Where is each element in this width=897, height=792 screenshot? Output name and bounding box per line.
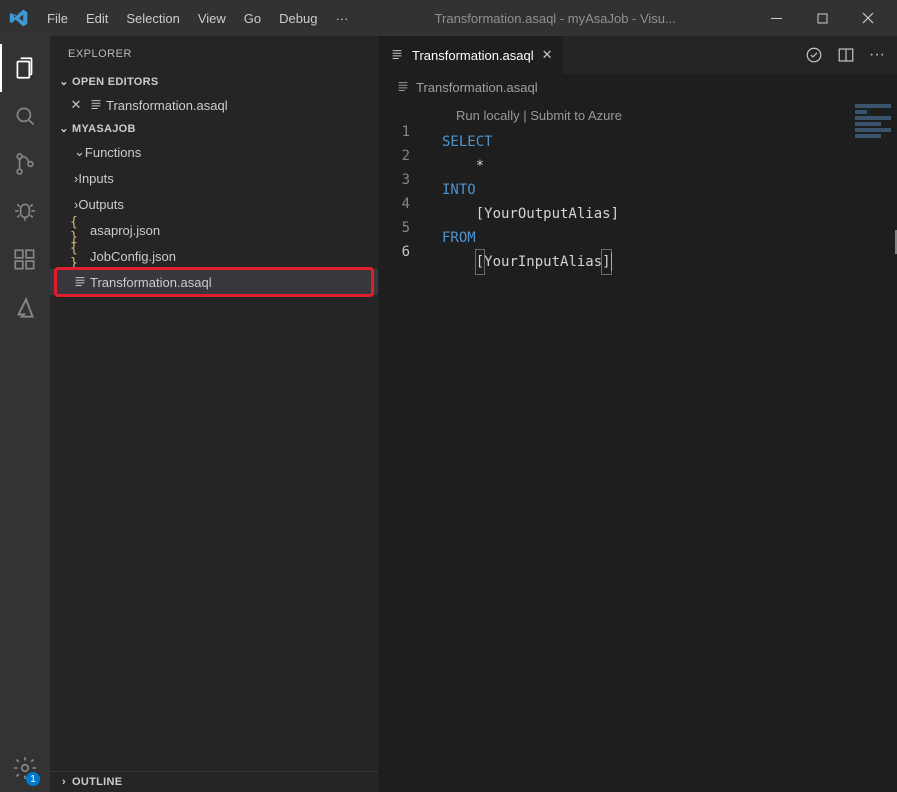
titlebar: File Edit Selection View Go Debug ··· Tr… (0, 0, 897, 36)
open-editor-item[interactable]: ✕ Transformation.asaql (50, 92, 378, 118)
file-lines-icon (70, 275, 90, 289)
sidebar-explorer: EXPLORER ⌄ OPEN EDITORS ✕ Transformation… (50, 36, 378, 792)
tree-folder-outputs[interactable]: › Outputs (50, 191, 378, 217)
activity-bar: 1 (0, 36, 50, 792)
chevron-right-icon: › (56, 776, 72, 788)
tab-bar: Transformation.asaql ✕ ··· (378, 36, 897, 74)
close-button[interactable] (845, 0, 891, 36)
chevron-down-icon: ⌄ (74, 144, 85, 160)
workspace-header[interactable]: ⌄ MYASAJOB (50, 118, 378, 139)
file-lines-icon (396, 80, 410, 94)
file-lines-icon (390, 48, 404, 62)
more-actions-icon[interactable]: ··· (869, 46, 885, 64)
menu-bar: File Edit Selection View Go Debug ··· (38, 5, 357, 32)
tree-folder-inputs[interactable]: › Inputs (50, 165, 378, 191)
tab-label: Transformation.asaql (412, 48, 534, 63)
split-editor-icon[interactable] (837, 46, 855, 64)
run-icon[interactable] (805, 46, 823, 64)
code-area[interactable]: Run locally | Submit to Azure SELECT * I… (428, 100, 897, 792)
breadcrumb[interactable]: Transformation.asaql (378, 74, 897, 100)
menu-view[interactable]: View (189, 5, 235, 32)
open-editor-label: Transformation.asaql (106, 98, 228, 113)
activity-extensions-icon[interactable] (0, 236, 50, 284)
activity-azure-icon[interactable] (0, 284, 50, 332)
activity-settings-icon[interactable]: 1 (0, 744, 50, 792)
text-cursor (611, 253, 612, 271)
tab-close-icon[interactable]: ✕ (542, 47, 553, 63)
sidebar-title: EXPLORER (50, 36, 378, 71)
minimize-button[interactable] (753, 0, 799, 36)
tree-file-jobconfig[interactable]: { } JobConfig.json (50, 243, 378, 269)
activity-debug-icon[interactable] (0, 188, 50, 236)
chevron-down-icon: ⌄ (56, 75, 72, 88)
codelens-submit-azure[interactable]: Submit to Azure (530, 108, 622, 123)
open-editors-header[interactable]: ⌄ OPEN EDITORS (50, 71, 378, 92)
editor-body[interactable]: 1 2 3 4 5 6 Run locally | Submit to Azur… (378, 100, 897, 792)
line-gutter: 1 2 3 4 5 6 (378, 100, 428, 792)
json-icon: { } (70, 241, 90, 271)
breadcrumb-label: Transformation.asaql (416, 80, 538, 95)
maximize-button[interactable] (799, 0, 845, 36)
chevron-down-icon: ⌄ (56, 122, 72, 135)
menu-file[interactable]: File (38, 5, 77, 32)
menu-selection[interactable]: Selection (117, 5, 188, 32)
vscode-logo-icon (8, 7, 30, 29)
activity-explorer-icon[interactable] (0, 44, 50, 92)
codelens-run-locally[interactable]: Run locally (456, 108, 520, 123)
minimap[interactable] (855, 104, 891, 164)
editor-area: Transformation.asaql ✕ ··· Transformatio… (378, 36, 897, 792)
window-title: Transformation.asaql - myAsaJob - Visu..… (357, 11, 753, 26)
activity-source-control-icon[interactable] (0, 140, 50, 188)
menu-edit[interactable]: Edit (77, 5, 117, 32)
codelens: Run locally | Submit to Azure (442, 102, 897, 130)
tree-file-asaproj[interactable]: { } asaproj.json (50, 217, 378, 243)
tab-transformation[interactable]: Transformation.asaql ✕ (378, 36, 564, 74)
file-lines-icon (86, 98, 106, 112)
outline-header[interactable]: › OUTLINE (50, 771, 378, 792)
menu-go[interactable]: Go (235, 5, 270, 32)
menu-debug[interactable]: Debug (270, 5, 326, 32)
tree-file-transformation[interactable]: Transformation.asaql (50, 269, 378, 295)
tree-folder-functions[interactable]: ⌄ Functions (50, 139, 378, 165)
close-icon[interactable]: ✕ (66, 97, 86, 113)
settings-badge: 1 (26, 772, 40, 786)
menu-more[interactable]: ··· (326, 5, 357, 32)
activity-search-icon[interactable] (0, 92, 50, 140)
